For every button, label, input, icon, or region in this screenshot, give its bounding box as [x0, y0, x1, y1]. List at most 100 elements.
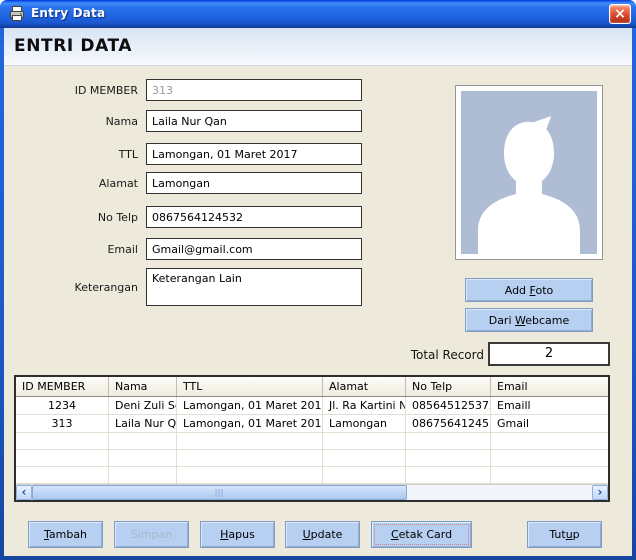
member-photo-frame [455, 85, 603, 260]
records-grid-body: 1234Deni Zuli Se...Lamongan, 01 Maret 20… [16, 397, 608, 484]
page-header-band: ENTRI DATA [4, 28, 632, 66]
update-button[interactable]: Update [285, 521, 360, 548]
form-row-id-member: ID MEMBER [4, 79, 362, 101]
alamat-input[interactable] [146, 172, 362, 194]
button-label-accel: W [515, 313, 526, 327]
scroll-right-arrow-icon[interactable]: › [592, 485, 608, 500]
button-label-part: ambah [48, 528, 88, 541]
table-cell: Gmail [497, 417, 530, 430]
tutup-button[interactable]: Tutup [527, 521, 602, 548]
ttl-label: TTL [118, 147, 138, 161]
tambah-button[interactable]: Tambah [28, 521, 103, 548]
scrollbar-grip [215, 489, 225, 497]
table-cell: Lamongan, 01 Maret 2014x [177, 397, 323, 414]
scrollbar-thumb[interactable] [32, 485, 408, 500]
records-grid: ID MEMBER Nama TTL Alamat No Telp Email 1234 D… [14, 375, 610, 502]
table-cell [323, 450, 406, 466]
table-cell [109, 433, 177, 449]
cetak-card-button[interactable]: Cetak Card [371, 521, 472, 548]
column-header[interactable]: Nama [109, 377, 177, 396]
form-row-nama: Nama [4, 110, 362, 132]
column-header[interactable]: Alamat [323, 377, 406, 396]
table-cell [16, 450, 109, 466]
no-telp-label: No Telp [97, 210, 138, 224]
email-input[interactable] [146, 238, 362, 260]
form-row-alamat: Alamat [4, 172, 362, 194]
keterangan-label: Keterangan [74, 280, 138, 294]
scrollbar-track[interactable] [32, 485, 592, 500]
table-cell [491, 450, 608, 466]
grid-header-row: ID MEMBER Nama TTL Alamat No Telp Email [16, 377, 608, 397]
column-header[interactable]: TTL [177, 377, 323, 396]
table-cell: Lamongan, 01 Maret 2017 [177, 415, 323, 432]
table-cell [177, 450, 323, 466]
nama-label: Nama [105, 114, 138, 128]
grid-empty-row [16, 450, 608, 467]
button-label-part: pdate [310, 528, 343, 541]
ttl-input[interactable] [146, 143, 362, 165]
table-cell [16, 467, 109, 483]
table-cell: Deni Zuli Se... [109, 397, 177, 414]
total-record-label: Total Record [410, 348, 484, 362]
table-cell [491, 467, 608, 483]
grid-empty-row [16, 433, 608, 450]
table-cell [406, 450, 491, 466]
id-member-label: ID MEMBER [74, 83, 138, 97]
page-title: ENTRI DATA [14, 36, 133, 56]
titlebar[interactable]: Entry Data × [0, 0, 636, 28]
table-cell [323, 467, 406, 483]
table-cell [109, 467, 177, 483]
table-cell [177, 433, 323, 449]
client-area: ENTRI DATA ID MEMBER Nama TTL Alamat No … [4, 28, 632, 556]
grid-empty-row [16, 467, 608, 484]
form-row-ttl: TTL [4, 143, 362, 165]
table-cell: 313 [16, 415, 109, 432]
form-row-no-telp: No Telp [4, 206, 362, 228]
button-label-part: Add [504, 283, 530, 297]
table-cell: 1234 [16, 397, 109, 414]
no-telp-input[interactable] [146, 206, 362, 228]
button-label-part: oto [535, 283, 554, 297]
alamat-label: Alamat [98, 176, 138, 190]
form-row-keterangan: Keterangan Keterangan Lain [4, 268, 362, 306]
close-button[interactable]: × [609, 4, 631, 24]
table-cell [406, 433, 491, 449]
table-row[interactable]: 1234Deni Zuli Se...Lamongan, 01 Maret 20… [16, 397, 608, 415]
button-label-part: p [572, 528, 580, 541]
table-cell: Lamongan [323, 415, 406, 432]
table-row[interactable]: 313Laila Nur QanLamongan, 01 Maret 2017L… [16, 415, 608, 433]
member-photo-placeholder [461, 91, 597, 254]
add-foto-button[interactable]: Add Foto [465, 278, 593, 302]
id-member-input[interactable] [146, 79, 362, 101]
table-cell: 085645125372x [406, 397, 491, 414]
entry-data-window: Entry Data × ENTRI DATA ID MEMBER Nama T… [0, 0, 636, 560]
table-cell: Jl. Ra Kartini N... [323, 397, 406, 414]
horizontal-scrollbar: ‹ › [16, 484, 608, 500]
window-title: Entry Data [31, 6, 106, 20]
email-label: Email [107, 242, 138, 256]
button-label-part: apus [228, 528, 255, 541]
table-cell [491, 433, 608, 449]
column-header[interactable]: No Telp [406, 377, 491, 396]
printer-icon [9, 6, 25, 22]
scroll-left-arrow-icon[interactable]: ‹ [16, 485, 32, 500]
column-header[interactable]: ID MEMBER [16, 377, 109, 396]
form-row-email: Email [4, 238, 362, 260]
button-label-accel: u [565, 528, 573, 541]
dari-webcame-button[interactable]: Dari Webcame [465, 308, 593, 332]
table-cell [323, 433, 406, 449]
hapus-button[interactable]: Hapus [200, 521, 275, 548]
button-label-accel: C [390, 528, 399, 541]
button-label-part: ebcame [525, 313, 570, 327]
table-cell: Laila Nur Qan [109, 415, 177, 432]
table-cell [177, 467, 323, 483]
button-label-part: Tut [549, 528, 566, 541]
column-header[interactable]: Email [491, 377, 608, 396]
simpan-button[interactable]: Simpan [114, 521, 189, 548]
table-cell [406, 467, 491, 483]
nama-input[interactable] [146, 110, 362, 132]
total-record-value[interactable]: 2 [488, 342, 610, 366]
keterangan-textarea[interactable]: Keterangan Lain [146, 268, 362, 306]
table-cell: 0867564124532 [406, 415, 491, 432]
table-cell [109, 450, 177, 466]
